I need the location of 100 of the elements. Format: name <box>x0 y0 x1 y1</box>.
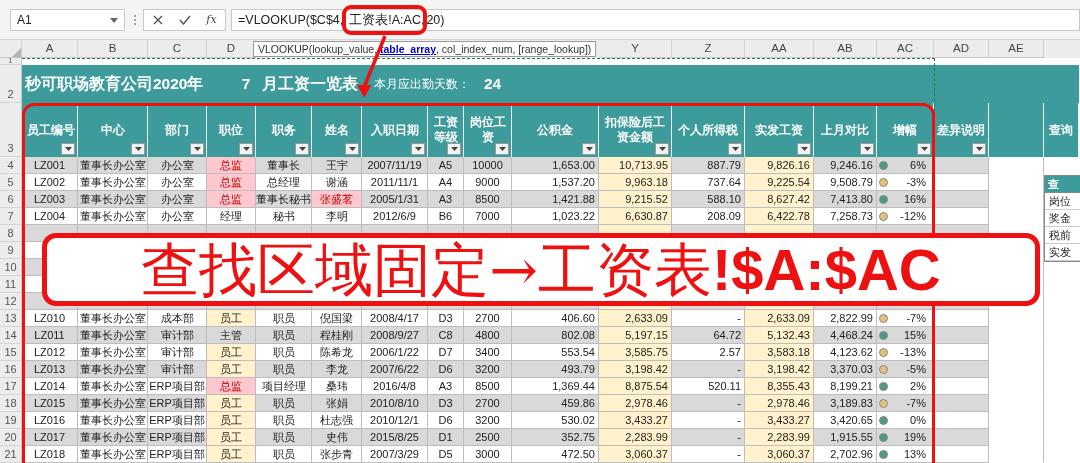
title-text: 秒可职场教育公司2020年 <box>25 74 205 95</box>
row-number[interactable]: 6 <box>0 191 22 208</box>
table-cell-text: -12% <box>900 208 926 224</box>
caret-icon <box>110 17 118 23</box>
table-cell: A5 <box>428 157 464 174</box>
table-cell: 员工 <box>207 361 256 378</box>
table-cell-text: 2% <box>910 378 926 394</box>
column-header: 入职日期 <box>370 122 419 138</box>
row-number[interactable]: 14 <box>0 327 22 344</box>
table-cell: 3200 <box>464 361 512 378</box>
table-cell: 8,627.42 <box>745 191 814 208</box>
column-letter[interactable]: AC <box>877 40 934 58</box>
table-cell: 2,978.46 <box>599 395 672 412</box>
row-number[interactable]: 10 <box>0 259 22 276</box>
table-cell: 2,633.09 <box>745 310 814 327</box>
row-number[interactable]: 2 <box>0 65 22 103</box>
row-number[interactable]: 3 <box>0 103 22 157</box>
column-letter[interactable]: C <box>148 40 207 58</box>
row-number[interactable]: 9 <box>0 242 22 259</box>
filter-button[interactable] <box>582 143 596 155</box>
filter-button[interactable] <box>495 143 509 155</box>
month-text: 7 <box>240 74 252 95</box>
table-cell-text: -3% <box>906 174 926 190</box>
filter-button[interactable] <box>860 143 874 155</box>
column-header: 姓名 <box>324 122 349 138</box>
panel-label: 奖金 <box>1045 210 1080 227</box>
table-cell: 3,585.75 <box>599 344 672 361</box>
filter-button[interactable] <box>190 143 204 155</box>
table-cell: 员工 <box>207 344 256 361</box>
row-number[interactable]: 15 <box>0 344 22 361</box>
table-cell: 张娟 <box>312 395 362 412</box>
row-number[interactable]: 11 <box>0 276 22 293</box>
row-number[interactable]: 13 <box>0 310 22 327</box>
table-cell: D6 <box>428 361 464 378</box>
row-number[interactable]: 16 <box>0 361 22 378</box>
formula-field[interactable]: =VLOOKUP($C$4,工资表!A:AC,20) <box>231 9 1080 31</box>
table-cell: C8 <box>428 327 464 344</box>
more-icon <box>133 14 137 26</box>
table-cell: 2,283.99 <box>745 429 814 446</box>
column-letter[interactable]: B <box>78 40 148 58</box>
label-text: 本月应出勤天数： <box>374 76 471 93</box>
column-letter[interactable]: Z <box>672 40 745 58</box>
filter-button[interactable] <box>655 143 669 155</box>
filter-button[interactable] <box>411 143 425 155</box>
caret-icon <box>920 147 928 151</box>
table-cell-text: 15% <box>903 327 926 343</box>
column-letter[interactable]: AB <box>814 40 877 58</box>
column-letter[interactable]: Y <box>599 40 672 58</box>
days-value: 24 <box>484 74 503 95</box>
filter-button[interactable] <box>447 143 461 155</box>
row-number[interactable]: 12 <box>0 293 22 310</box>
caret-icon <box>193 147 201 151</box>
filter-button[interactable] <box>295 143 309 155</box>
name-box[interactable]: A1 <box>10 9 125 31</box>
caret-icon <box>414 147 422 151</box>
row-number[interactable]: 7 <box>0 208 22 225</box>
table-cell: 2010/8/10 <box>362 395 428 412</box>
table-cell: 3,198.42 <box>745 361 814 378</box>
filter-button[interactable] <box>917 143 931 155</box>
row-number[interactable]: 18 <box>0 395 22 412</box>
filter-button[interactable] <box>728 143 742 155</box>
filter-button[interactable] <box>239 143 253 155</box>
caret-icon <box>450 147 458 151</box>
filter-button[interactable] <box>61 143 75 155</box>
filter-button[interactable] <box>797 143 811 155</box>
row-number[interactable]: 4 <box>0 157 22 174</box>
column-letter[interactable]: AA <box>745 40 814 58</box>
table-cell: A3 <box>428 191 464 208</box>
column-header: 中心 <box>100 122 125 138</box>
row-number[interactable]: 5 <box>0 174 22 191</box>
column-header: 扣保险后工资金额 <box>605 115 665 145</box>
column-letter[interactable]: A <box>22 40 78 58</box>
table-cell: 总监 <box>207 157 256 174</box>
table-cell: 职员 <box>256 327 312 344</box>
caret-icon <box>348 147 356 151</box>
filter-button[interactable] <box>345 143 359 155</box>
filter-button[interactable] <box>131 143 145 155</box>
table-cell: 史伟 <box>312 429 362 446</box>
insert-function-button[interactable]: fx <box>198 10 225 30</box>
table-cell: 2015/8/25 <box>362 429 428 446</box>
table-cell: 员工 <box>207 429 256 446</box>
table-cell: 8500 <box>464 191 512 208</box>
row-number[interactable]: 20 <box>0 429 22 446</box>
row-number[interactable]: 8 <box>0 225 22 242</box>
row-number[interactable]: 19 <box>0 412 22 429</box>
column-letter[interactable]: AD <box>934 40 989 58</box>
table-cell: D1 <box>428 429 464 446</box>
table-cell: 9,246.16 <box>814 157 877 174</box>
row-number[interactable]: 21 <box>0 446 22 463</box>
table-cell-text: -13% <box>900 344 926 360</box>
table-cell: 张盛茗 <box>312 191 362 208</box>
column-header: 增幅 <box>893 122 917 138</box>
close-icon <box>152 15 163 25</box>
callout-text: 查找区域固定→工资表!$A:$AC <box>141 240 941 299</box>
row-number[interactable]: 17 <box>0 378 22 395</box>
column-letter[interactable]: AE <box>989 40 1044 58</box>
filter-button[interactable] <box>972 143 986 155</box>
table-cell: LZ018 <box>22 446 78 463</box>
table-cell-text: 13% <box>903 446 926 462</box>
table-cell: 董事长办公室 <box>78 361 148 378</box>
